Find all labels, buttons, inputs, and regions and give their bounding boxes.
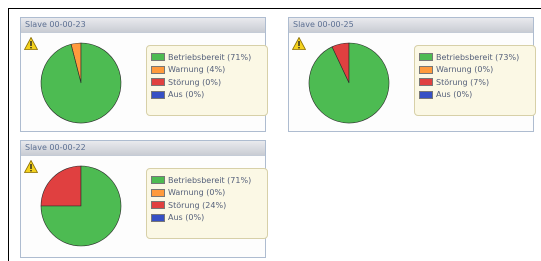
legend-label: Störung (7%) [436, 77, 490, 87]
legend-label: Aus (0%) [168, 213, 205, 223]
legend-item: Betriebsbereit (71%) [151, 174, 267, 187]
legend-item: Warnung (0%) [151, 187, 267, 200]
legend-swatch-green [151, 53, 165, 62]
legend-item: Betriebsbereit (73%) [419, 51, 535, 64]
legend-swatch-orange [151, 188, 165, 197]
legend-label: Störung (0%) [168, 77, 222, 87]
legend-item: Störung (7%) [419, 76, 535, 89]
status-pie-chart [40, 42, 122, 124]
legend-label: Warnung (0%) [168, 188, 226, 198]
panel-title[interactable]: Slave 00-00-22 [21, 141, 265, 156]
legend-label: Warnung (0%) [436, 65, 494, 75]
warning-icon [24, 37, 38, 50]
legend-label: Betriebsbereit (73%) [436, 52, 520, 62]
chart-legend: Betriebsbereit (73%) Warnung (0%) Störun… [414, 45, 536, 116]
status-pie-chart [40, 165, 122, 247]
legend-swatch-blue [419, 90, 433, 99]
warning-icon [292, 37, 306, 50]
legend-label: Störung (24%) [168, 200, 227, 210]
chart-legend: Betriebsbereit (71%) Warnung (4%) Störun… [146, 45, 268, 116]
legend-item: Aus (0%) [151, 89, 267, 102]
legend-swatch-red [151, 78, 165, 87]
legend-swatch-blue [151, 90, 165, 99]
legend-label: Aus (0%) [168, 90, 205, 100]
legend-item: Warnung (4%) [151, 64, 267, 77]
legend-swatch-green [151, 176, 165, 185]
legend-label: Betriebsbereit (71%) [168, 52, 252, 62]
legend-swatch-orange [419, 65, 433, 74]
legend-item: Aus (0%) [419, 89, 535, 102]
pie-slice [40, 165, 82, 207]
legend-swatch-blue [151, 213, 165, 222]
panel-title[interactable]: Slave 00-00-25 [289, 18, 533, 33]
legend-label: Betriebsbereit (71%) [168, 175, 252, 185]
legend-item: Betriebsbereit (71%) [151, 51, 267, 64]
legend-item: Störung (0%) [151, 76, 267, 89]
panel-title[interactable]: Slave 00-00-23 [21, 18, 265, 33]
slave-panel-3: Slave 00-00-22 Betriebsbereit (71%) Warn… [20, 140, 268, 258]
legend-label: Warnung (4%) [168, 65, 226, 75]
legend-swatch-red [151, 201, 165, 210]
legend-item: Warnung (0%) [419, 64, 535, 77]
legend-swatch-red [419, 78, 433, 87]
status-pie-chart [308, 42, 390, 124]
legend-item: Aus (0%) [151, 212, 267, 225]
pie-slice [308, 42, 390, 124]
chart-legend: Betriebsbereit (71%) Warnung (0%) Störun… [146, 168, 268, 239]
legend-item: Störung (24%) [151, 199, 267, 212]
legend-swatch-green [419, 53, 433, 62]
window-border-left [8, 8, 9, 261]
slave-panel-2: Slave 00-00-25 Betriebsbereit (73%) Warn… [288, 17, 536, 132]
pie-slice [40, 42, 122, 124]
window-border-top [8, 8, 541, 9]
warning-icon [24, 160, 38, 173]
legend-swatch-orange [151, 65, 165, 74]
slave-panel-1: Slave 00-00-23 Betriebsbereit (71%) Warn… [20, 17, 268, 132]
legend-label: Aus (0%) [436, 90, 473, 100]
